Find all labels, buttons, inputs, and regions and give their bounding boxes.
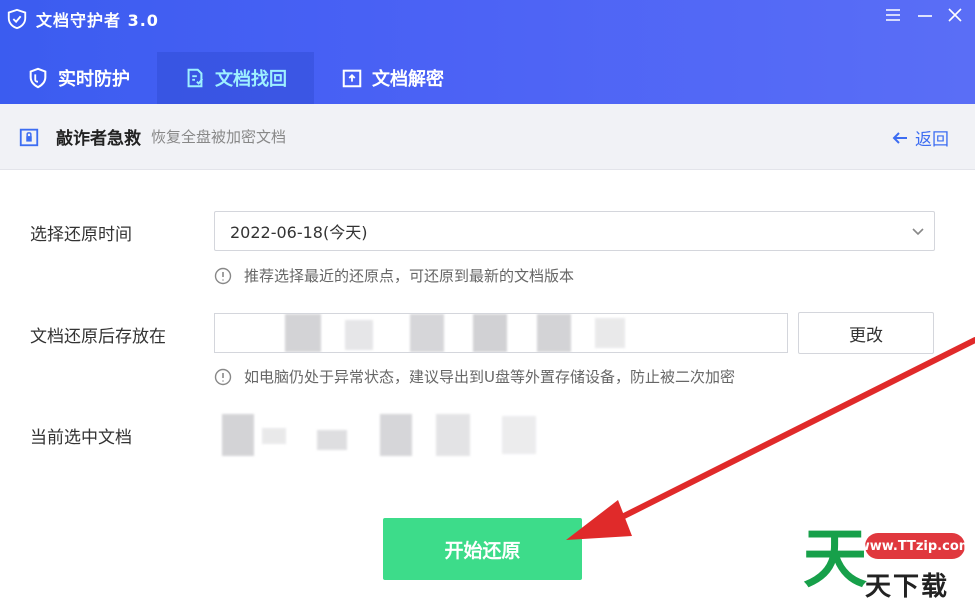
back-label: 返回 (915, 130, 949, 150)
save-location-label: 文档还原后存放在 (30, 327, 166, 347)
watermark-text: 天下载 (865, 572, 950, 602)
save-location-field[interactable] (214, 313, 788, 353)
unlock-box-icon (342, 69, 362, 88)
tab-document-decrypt[interactable]: 文档解密 (314, 52, 471, 104)
arrow-left-icon (892, 131, 907, 144)
page-header: 敲诈者急救 恢复全盘被加密文档 返回 (0, 104, 975, 170)
app-title-area: 文档守护者 3.0 (6, 6, 159, 32)
watermark-url: www.TTzip.com (858, 533, 972, 559)
chevron-down-icon (912, 228, 924, 236)
restore-time-select[interactable]: 2022-06-18(今天) (214, 211, 935, 251)
lock-box-icon (19, 128, 39, 146)
shield-icon (29, 67, 47, 89)
tab-realtime-protection[interactable]: 实时防护 (0, 52, 157, 104)
menu-icon (886, 9, 900, 21)
app-title: 文档守护者 3.0 (36, 11, 159, 30)
info-icon (214, 368, 232, 385)
tab-document-recovery[interactable]: 文档找回 (157, 52, 314, 104)
title-bar: 文档守护者 3.0 实时防护 文档找回 文档解密 (0, 0, 975, 104)
restore-time-value: 2022-06-18(今天) (230, 223, 368, 242)
restore-time-hint: 推荐选择最近的还原点，可还原到最新的文档版本 (214, 265, 574, 286)
save-location-hint: 如电脑仍处于异常状态，建议导出到U盘等外置存储设备，防止被二次加密 (214, 366, 735, 387)
tab-label: 文档找回 (215, 69, 287, 90)
document-recover-icon (187, 68, 204, 88)
minimize-button[interactable] (912, 4, 938, 26)
current-document-label: 当前选中文档 (30, 428, 132, 448)
current-document-value (222, 410, 572, 458)
tab-label: 实时防护 (58, 69, 130, 90)
close-button[interactable] (942, 4, 968, 26)
menu-button[interactable] (880, 4, 906, 26)
main-tabs: 实时防护 文档找回 文档解密 (0, 52, 471, 104)
page-subtitle: 恢复全盘被加密文档 (151, 128, 287, 146)
info-icon (214, 267, 232, 284)
minimize-icon (918, 15, 932, 17)
tab-label: 文档解密 (372, 69, 444, 90)
restore-time-label: 选择还原时间 (30, 225, 132, 245)
start-restore-button[interactable]: 开始还原 (383, 518, 582, 580)
hint-text: 推荐选择最近的还原点，可还原到最新的文档版本 (244, 267, 575, 285)
change-location-button[interactable]: 更改 (798, 312, 934, 354)
back-button[interactable]: 返回 (891, 125, 949, 150)
close-icon (948, 8, 962, 22)
shield-check-logo-icon (7, 8, 27, 30)
hint-text: 如电脑仍处于异常状态，建议导出到U盘等外置存储设备，防止被二次加密 (244, 368, 735, 386)
watermark-logo: 天 www.TTzip.com 天下载 (795, 526, 975, 606)
page-title: 敲诈者急救 (56, 129, 141, 149)
